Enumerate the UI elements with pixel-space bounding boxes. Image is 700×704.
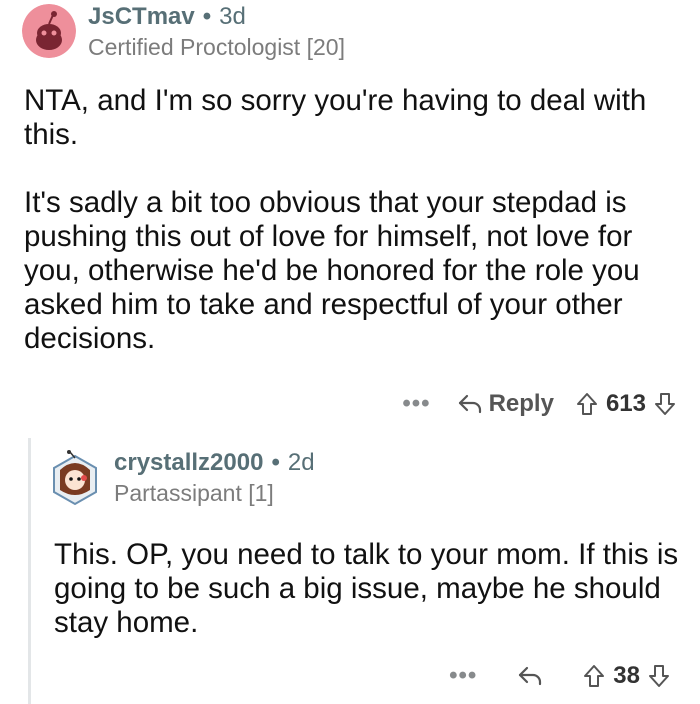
score: 38 [613,662,640,689]
more-options-button[interactable]: ••• [449,662,477,690]
reply-icon [519,666,542,686]
reply-comment: crystallz2000 • 2d Partassipant [1] This… [0,0,700,704]
reply-button[interactable] [517,665,549,687]
username[interactable]: crystallz2000 [114,450,263,476]
separator-dot: • [271,449,280,476]
comment-header: crystallz2000 • 2d Partassipant [1] [50,450,315,508]
comment-actions: ••• 38 [449,662,670,690]
comment-age: 2d [287,449,315,476]
downvote-icon[interactable] [648,664,670,688]
avatar[interactable] [50,450,100,506]
vote-controls: 38 [583,662,670,690]
upvote-icon[interactable] [583,664,605,688]
user-flair: Partassipant [1] [114,480,274,506]
comment-paragraph: This. OP, you need to talk to your mom. … [54,538,679,639]
